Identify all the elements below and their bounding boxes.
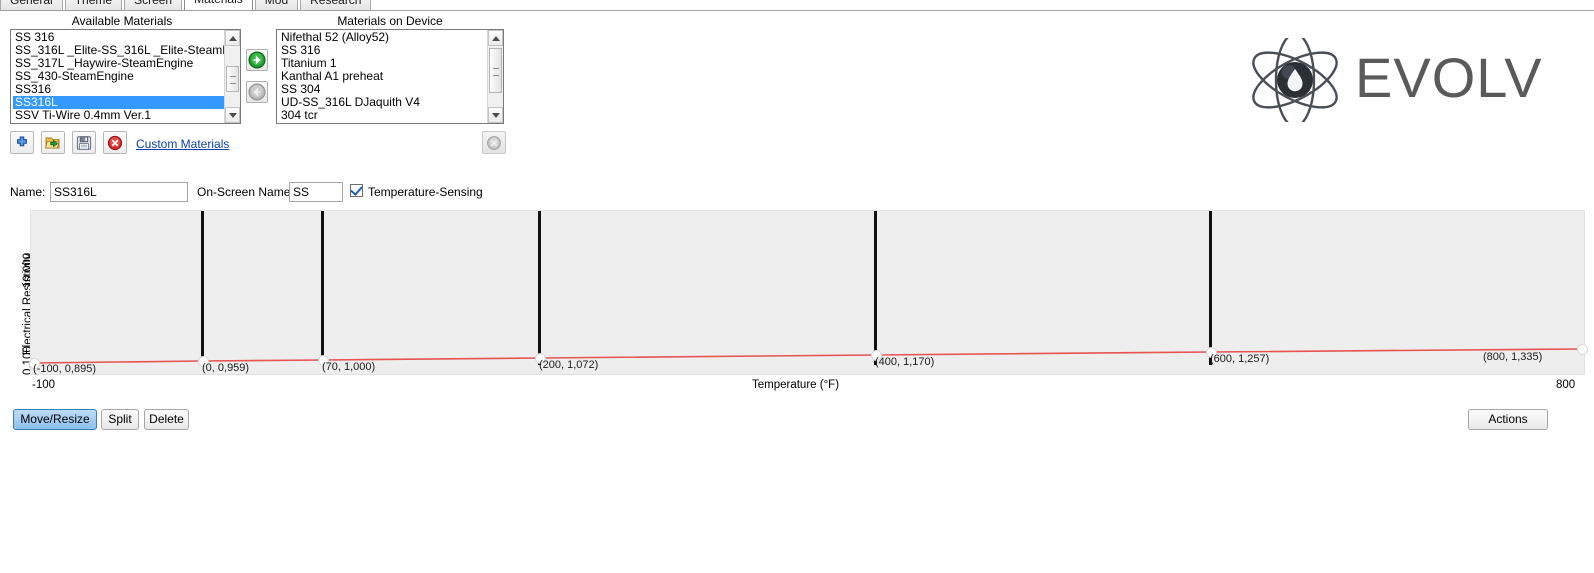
scroll-up-button[interactable]	[488, 30, 503, 46]
data-point[interactable]	[1577, 344, 1588, 355]
remove-from-device-button[interactable]	[246, 81, 268, 103]
tab-theme[interactable]: Theme	[64, 0, 123, 10]
delete-material-button[interactable]	[103, 131, 127, 154]
chevron-up-icon	[228, 35, 237, 41]
add-to-device-button[interactable]	[246, 49, 268, 71]
resistivity-chart[interactable]: (-100, 0,895) (0, 0,959) (70, 1,000) (20…	[29, 210, 1588, 375]
scroll-down-button[interactable]	[225, 107, 240, 123]
split-button[interactable]: Split	[101, 409, 139, 430]
name-input[interactable]	[50, 182, 188, 202]
custom-materials-link[interactable]: Custom Materials	[136, 137, 229, 151]
open-material-button[interactable]	[41, 131, 65, 154]
onscreen-name-input[interactable]	[289, 182, 343, 202]
grip-icon	[493, 67, 499, 76]
scroll-up-button[interactable]	[225, 30, 240, 46]
onscreen-name-label: On-Screen Name:	[197, 185, 294, 199]
data-point-label: (200, 1,072)	[539, 359, 599, 371]
tab-mod[interactable]: Mod	[254, 0, 299, 10]
delete-circle-icon	[107, 135, 123, 150]
arrow-left-icon	[248, 83, 266, 101]
data-point-label: (0, 0,959)	[202, 362, 250, 374]
actions-button[interactable]: Actions	[1468, 409, 1548, 430]
materials-on-device-list[interactable]: Nifethal 52 (Alloy52) SS 316 Titanium 1 …	[276, 29, 504, 124]
chevron-up-icon	[491, 35, 500, 41]
brand-name: EVOLV	[1355, 46, 1543, 109]
open-folder-icon	[45, 137, 60, 148]
available-materials-list[interactable]: SS 316 SS_316L _Elite-SS_316L _Elite-Ste…	[10, 29, 241, 124]
chart-curve	[32, 348, 1582, 364]
chevron-down-icon	[491, 112, 500, 118]
arrow-right-icon	[248, 51, 266, 69]
tab-screen[interactable]: Screen	[124, 0, 183, 10]
evolv-logo: EVOLV	[1243, 32, 1543, 128]
tab-general[interactable]: General	[0, 0, 63, 10]
check-icon	[350, 183, 363, 196]
delete-button[interactable]: Delete	[144, 409, 189, 430]
save-disk-icon	[76, 135, 92, 150]
list-item[interactable]: SSV Ti-Wire 0.4mm Ver.1	[13, 109, 224, 122]
device-list-scrollbar[interactable]	[487, 30, 503, 123]
data-point-label: (600, 1,257)	[1210, 353, 1270, 365]
tab-materials[interactable]: Materials	[184, 0, 253, 10]
device-remove-button[interactable]	[482, 131, 506, 154]
plus-icon	[17, 136, 27, 146]
device-materials-items: Nifethal 52 (Alloy52) SS 316 Titanium 1 …	[277, 30, 487, 122]
grip-icon	[230, 76, 236, 84]
add-material-button[interactable]	[10, 131, 34, 154]
data-point-label: (800, 1,335)	[1483, 351, 1543, 363]
list-item[interactable]: 304 tcr	[279, 109, 487, 122]
scroll-thumb[interactable]	[226, 66, 239, 92]
chart-x-tick-min: -100	[32, 379, 56, 391]
name-label: Name:	[10, 185, 46, 199]
remove-circle-icon	[487, 135, 501, 150]
data-point-label: (400, 1,170)	[875, 356, 935, 368]
save-material-button[interactable]	[72, 131, 96, 154]
available-list-scrollbar[interactable]	[224, 30, 240, 123]
materials-on-device-caption: Materials on Device	[337, 14, 443, 28]
tab-bar: General Theme Screen Materials Mod Resea…	[0, 0, 1594, 11]
available-materials-caption: Available Materials	[71, 14, 173, 28]
data-point-label: (-100, 0,895)	[33, 363, 96, 375]
available-materials-items: SS 316 SS_316L _Elite-SS_316L _Elite-Ste…	[11, 30, 240, 122]
chevron-down-icon	[228, 112, 237, 118]
data-point-label: (70, 1,000)	[322, 361, 376, 373]
scroll-down-button[interactable]	[488, 107, 503, 123]
move-resize-button[interactable]: Move/Resize	[13, 409, 97, 430]
chart-x-tick-max: 800	[1556, 379, 1576, 391]
tab-research[interactable]: Research	[300, 0, 372, 10]
temperature-sensing-label: Temperature-Sensing	[368, 185, 483, 199]
chart-x-axis-title: Temperature (°F)	[752, 379, 840, 391]
atom-droplet-icon	[1252, 32, 1338, 128]
temperature-sensing-checkbox[interactable]	[350, 183, 363, 197]
scroll-thumb[interactable]	[489, 48, 502, 93]
